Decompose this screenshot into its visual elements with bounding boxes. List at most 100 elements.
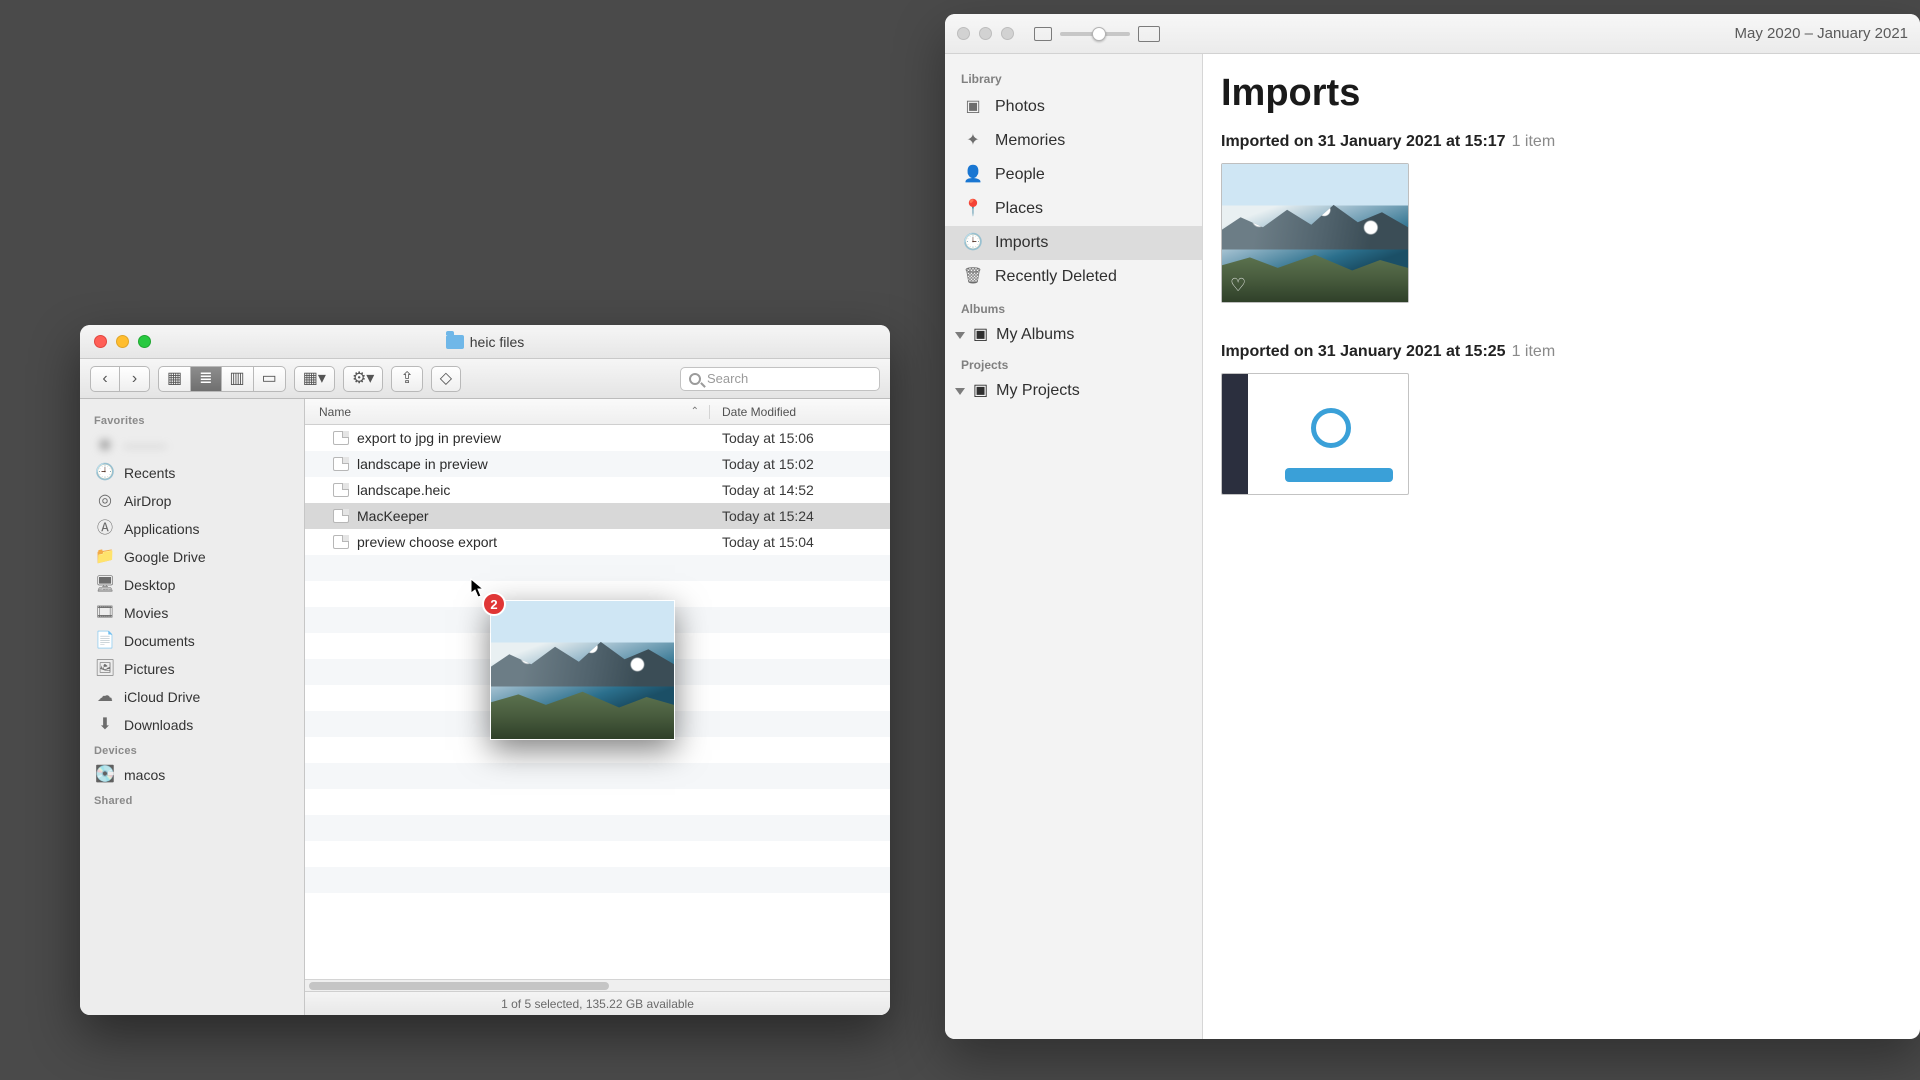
- chevron-left-icon: ‹: [102, 371, 107, 387]
- icon-view-button[interactable]: ▦: [158, 366, 191, 392]
- table-row[interactable]: [305, 867, 890, 893]
- sidebar-item-label: ———: [124, 437, 166, 453]
- sidebar-item-recently-deleted[interactable]: 🗑Recently Deleted: [945, 260, 1202, 294]
- photos-main[interactable]: Imports Imported on 31 January 2021 at 1…: [1203, 54, 1920, 1039]
- gallery-view-button[interactable]: ▭: [254, 366, 286, 392]
- date-range: May 2020 – January 2021: [1735, 25, 1908, 42]
- file-date: Today at 14:52: [710, 482, 890, 498]
- search-placeholder: Search: [707, 371, 748, 386]
- sidebar-item-macos[interactable]: 💽 macos: [80, 761, 304, 789]
- column-headers: Name ⌃ Date Modified: [305, 399, 890, 425]
- albums-header: Albums: [945, 294, 1202, 320]
- table-row[interactable]: MacKeeperToday at 15:24: [305, 503, 890, 529]
- sidebar-item-airdrop[interactable]: ◎AirDrop: [80, 487, 304, 515]
- thumb-large-icon[interactable]: [1138, 26, 1160, 42]
- search-input[interactable]: Search: [680, 367, 880, 391]
- photo-thumbnail[interactable]: ♡: [1221, 163, 1409, 303]
- cursor-icon: [470, 578, 484, 598]
- sidebar-item-google-drive[interactable]: 📁Google Drive: [80, 543, 304, 571]
- minimize-button[interactable]: [979, 27, 992, 40]
- folder-icon: [446, 335, 464, 349]
- sidebar-item-pictures[interactable]: 🖼Pictures: [80, 655, 304, 683]
- gear-icon: ⚙︎▾: [352, 371, 374, 387]
- action-button[interactable]: ⚙︎▾: [343, 366, 383, 392]
- file-icon: [333, 483, 349, 497]
- zoom-slider[interactable]: [1060, 32, 1130, 36]
- table-row[interactable]: export to jpg in previewToday at 15:06: [305, 425, 890, 451]
- file-date: Today at 15:06: [710, 430, 890, 446]
- folder-icon: 📁: [96, 548, 114, 566]
- file-name: preview choose export: [357, 534, 497, 550]
- forward-button[interactable]: ›: [120, 366, 150, 392]
- columns-icon: ▥: [230, 371, 245, 387]
- photo-thumbnail[interactable]: [1221, 373, 1409, 495]
- library-header: Library: [945, 64, 1202, 90]
- zoom-button[interactable]: [138, 335, 151, 348]
- sidebar-item-documents[interactable]: 📄Documents: [80, 627, 304, 655]
- column-date[interactable]: Date Modified: [710, 405, 890, 419]
- sidebar-item-places[interactable]: 📍Places: [945, 192, 1202, 226]
- status-text: 1 of 5 selected, 135.22 GB available: [501, 997, 694, 1011]
- column-name[interactable]: Name ⌃: [305, 405, 710, 419]
- share-button[interactable]: ⇪: [391, 366, 422, 392]
- grid-icon: ▦: [167, 371, 182, 387]
- sidebar-item-downloads[interactable]: ⬇︎Downloads: [80, 711, 304, 739]
- sidebar-item-label: macos: [124, 767, 165, 783]
- horizontal-scrollbar[interactable]: [305, 979, 890, 991]
- sidebar-item-recents[interactable]: 🕘Recents: [80, 459, 304, 487]
- sidebar-item-memories[interactable]: ✦Memories: [945, 124, 1202, 158]
- applications-icon: Ⓐ: [96, 520, 114, 538]
- table-row[interactable]: [305, 737, 890, 763]
- favorite-icon[interactable]: ♡: [1230, 275, 1246, 296]
- imports-icon: 🕒: [963, 233, 983, 253]
- back-button[interactable]: ‹: [90, 366, 120, 392]
- my-albums-item[interactable]: ▣ My Albums: [945, 320, 1202, 350]
- zoom-controls: [1034, 26, 1160, 42]
- table-row[interactable]: [305, 789, 890, 815]
- minimize-button[interactable]: [116, 335, 129, 348]
- table-row[interactable]: [305, 893, 890, 919]
- finder-toolbar: ‹ › ▦ ≣ ▥ ▭ ▦▾ ⚙︎▾ ⇪ ◇ Search: [80, 359, 890, 399]
- thumb-small-icon[interactable]: [1034, 27, 1052, 41]
- sidebar-item-icloud-drive[interactable]: ☁︎iCloud Drive: [80, 683, 304, 711]
- person-icon: ◉: [96, 436, 114, 454]
- column-view-button[interactable]: ▥: [222, 366, 254, 392]
- arrange-button[interactable]: ▦▾: [294, 366, 335, 392]
- sidebar-item-label: Recents: [124, 465, 175, 481]
- table-row[interactable]: [305, 815, 890, 841]
- sidebar-header: Favorites: [80, 409, 304, 431]
- sidebar-item-applications[interactable]: ⒶApplications: [80, 515, 304, 543]
- table-row[interactable]: [305, 841, 890, 867]
- sidebar-item-label: Movies: [124, 605, 168, 621]
- sidebar-item-imports[interactable]: 🕒Imports: [945, 226, 1202, 260]
- disk-icon: 💽: [96, 766, 114, 784]
- window-controls: [80, 335, 151, 348]
- tags-button[interactable]: ◇: [431, 366, 461, 392]
- my-albums-label: My Albums: [996, 326, 1074, 344]
- cloud-icon: ☁︎: [96, 688, 114, 706]
- zoom-button[interactable]: [1001, 27, 1014, 40]
- sidebar-item-photos[interactable]: ▣Photos: [945, 90, 1202, 124]
- close-button[interactable]: [94, 335, 107, 348]
- people-icon: 👤: [963, 165, 983, 185]
- slider-knob[interactable]: [1092, 27, 1106, 41]
- scrollbar-thumb[interactable]: [309, 982, 609, 990]
- list-icon: ≣: [199, 371, 212, 387]
- close-button[interactable]: [957, 27, 970, 40]
- downloads-icon: ⬇︎: [96, 716, 114, 734]
- table-row[interactable]: [305, 763, 890, 789]
- list-view-button[interactable]: ≣: [191, 366, 221, 392]
- sidebar-item-———[interactable]: ◉ ———: [80, 431, 304, 459]
- sidebar-item-label: Photos: [995, 98, 1045, 116]
- table-row[interactable]: [305, 555, 890, 581]
- finder-titlebar[interactable]: heic files: [80, 325, 890, 359]
- table-row[interactable]: landscape in previewToday at 15:02: [305, 451, 890, 477]
- sidebar-item-desktop[interactable]: 🖥Desktop: [80, 571, 304, 599]
- sidebar-item-movies[interactable]: 🎞Movies: [80, 599, 304, 627]
- table-row[interactable]: preview choose exportToday at 15:04: [305, 529, 890, 555]
- photos-sidebar[interactable]: Library ▣Photos✦Memories👤People📍Places🕒I…: [945, 54, 1203, 1039]
- my-projects-item[interactable]: ▣ My Projects: [945, 376, 1202, 406]
- table-row[interactable]: landscape.heicToday at 14:52: [305, 477, 890, 503]
- finder-sidebar[interactable]: Favorites ◉ ——— 🕘Recents◎AirDropⒶApplicatio…: [80, 399, 305, 1015]
- sidebar-item-people[interactable]: 👤People: [945, 158, 1202, 192]
